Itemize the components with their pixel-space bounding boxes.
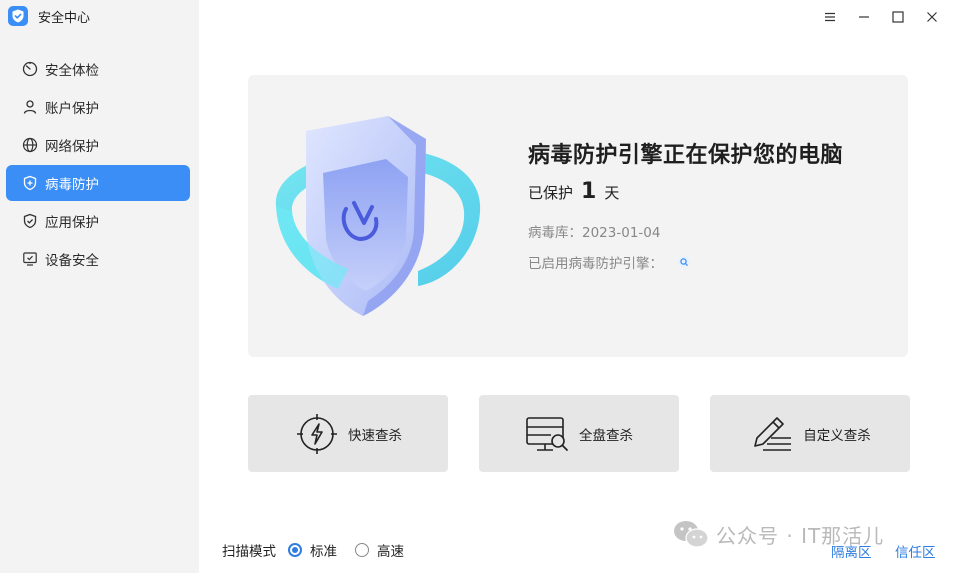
full-scan-label: 全盘查杀 bbox=[579, 427, 633, 444]
quarantine-link[interactable]: 隔离区 bbox=[831, 541, 872, 561]
menu-icon bbox=[825, 12, 835, 22]
wechat-icon bbox=[674, 521, 709, 548]
lightning-target-icon bbox=[294, 411, 340, 457]
sidebar-item-device-security[interactable]: 设备安全 bbox=[6, 241, 190, 277]
scan-mode-selector: 扫描模式 标准 高速 bbox=[222, 540, 404, 560]
app-title: 安全中心 bbox=[38, 10, 91, 26]
sidebar-item-label: 设备安全 bbox=[45, 253, 99, 269]
sidebar-item-app-protection[interactable]: 应用保护 bbox=[6, 203, 190, 239]
sidebar-item-virus-protection[interactable]: 病毒防护 bbox=[6, 165, 190, 201]
app-logo-icon bbox=[8, 6, 28, 26]
scan-mode-standard-radio[interactable] bbox=[288, 543, 302, 557]
shield-check-icon bbox=[21, 212, 39, 230]
sidebar-item-label: 应用保护 bbox=[45, 215, 99, 231]
scan-mode-label: 扫描模式 bbox=[222, 544, 276, 560]
sidebar-item-label: 安全体检 bbox=[45, 63, 99, 79]
minimize-icon bbox=[859, 16, 869, 18]
sidebar-nav: 安全体检 账户保护 网络保护 病毒防护 应用保护 设备安全 bbox=[6, 51, 190, 279]
protected-suffix: 天 bbox=[604, 184, 620, 202]
protection-status-panel: 病毒防护引擎正在保护您的电脑 已保护 1 天 病毒库：2023-01-04 已启… bbox=[248, 75, 908, 357]
close-button[interactable] bbox=[915, 6, 949, 28]
scan-mode-fast-label[interactable]: 高速 bbox=[377, 540, 404, 560]
minimize-button[interactable] bbox=[847, 6, 881, 28]
protected-days-count: 1 bbox=[581, 179, 597, 204]
protected-days-row: 已保护 1 天 bbox=[528, 179, 619, 204]
maximize-icon bbox=[892, 11, 904, 23]
virus-db-version: 病毒库：2023-01-04 bbox=[528, 225, 661, 241]
window-controls bbox=[813, 6, 949, 28]
sidebar-item-label: 网络保护 bbox=[45, 139, 99, 155]
scan-mode-fast-radio[interactable] bbox=[355, 543, 369, 557]
globe-icon bbox=[21, 136, 39, 154]
trust-zone-link[interactable]: 信任区 bbox=[895, 541, 936, 561]
gauge-icon bbox=[21, 60, 39, 78]
sidebar-item-label: 账户保护 bbox=[45, 101, 99, 117]
sidebar-item-network-protection[interactable]: 网络保护 bbox=[6, 127, 190, 163]
custom-scan-label: 自定义查杀 bbox=[803, 427, 871, 444]
menu-button[interactable] bbox=[813, 6, 847, 28]
pen-list-icon bbox=[749, 411, 795, 457]
custom-scan-button[interactable]: 自定义查杀 bbox=[710, 395, 910, 472]
protected-prefix: 已保护 bbox=[528, 184, 574, 202]
shield-plus-icon bbox=[21, 174, 39, 192]
sidebar: 安全中心 安全体检 账户保护 网络保护 病毒防护 应用保护 设备安全 bbox=[0, 0, 199, 573]
maximize-button[interactable] bbox=[881, 6, 915, 28]
shield-illustration-icon bbox=[275, 116, 481, 316]
sidebar-item-security-checkup[interactable]: 安全体检 bbox=[6, 51, 190, 87]
quick-scan-label: 快速查杀 bbox=[348, 427, 402, 444]
sidebar-item-label: 病毒防护 bbox=[45, 177, 99, 193]
engine-logo-icon bbox=[678, 256, 690, 268]
user-icon bbox=[21, 98, 39, 116]
close-icon bbox=[927, 12, 937, 22]
protection-title: 病毒防护引擎正在保护您的电脑 bbox=[528, 143, 844, 168]
scan-mode-standard-label[interactable]: 标准 bbox=[310, 540, 337, 560]
full-scan-button[interactable]: 全盘查杀 bbox=[479, 395, 679, 472]
sidebar-item-account-protection[interactable]: 账户保护 bbox=[6, 89, 190, 125]
monitor-check-icon bbox=[21, 250, 39, 268]
quick-scan-button[interactable]: 快速查杀 bbox=[248, 395, 448, 472]
disk-search-icon bbox=[525, 411, 571, 457]
scan-options: 快速查杀 全盘查杀 自定义查杀 bbox=[248, 395, 910, 472]
engine-row: 已启用病毒防护引擎： bbox=[528, 252, 691, 272]
engine-label: 已启用病毒防护引擎： bbox=[528, 256, 663, 272]
app-header: 安全中心 bbox=[8, 6, 90, 26]
